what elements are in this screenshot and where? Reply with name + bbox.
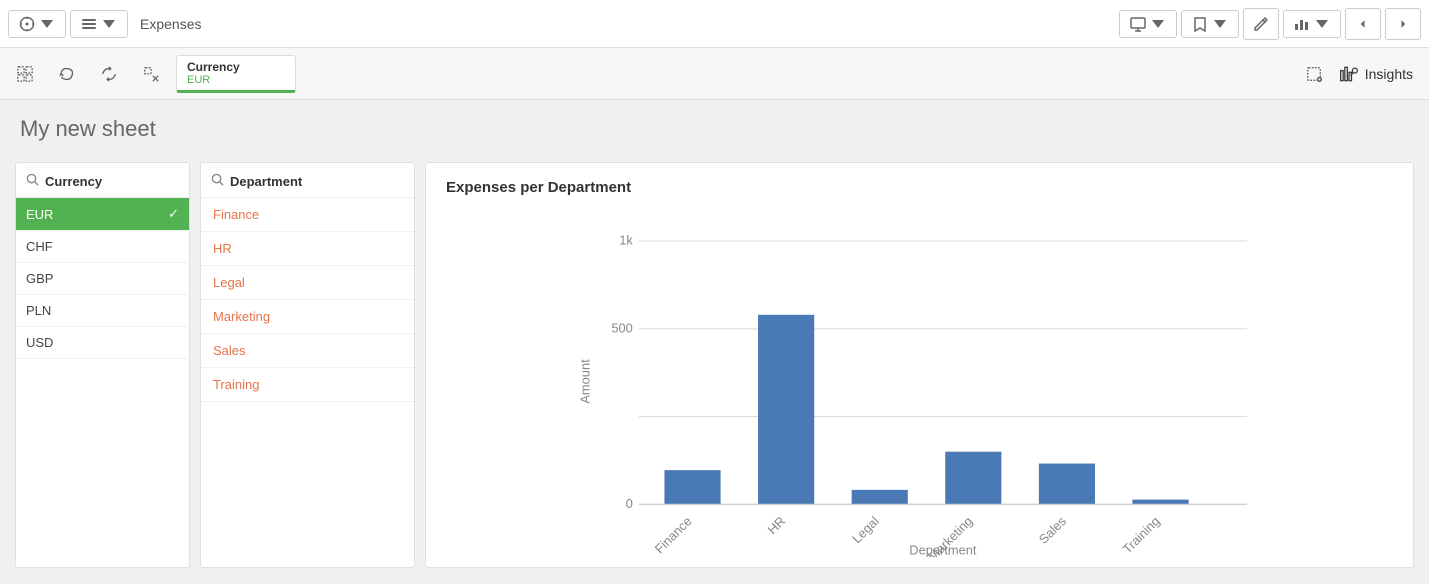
currency-usd-label: USD — [26, 335, 53, 350]
sheet-title-bar: My new sheet — [0, 100, 1429, 152]
chart-area: Expenses per Department Amount 1k 500 0 — [425, 162, 1414, 568]
lasso-btn[interactable] — [50, 57, 84, 91]
svg-text:Legal: Legal — [849, 513, 882, 546]
department-search-icon — [211, 173, 224, 189]
bar-chart: Amount 1k 500 0 — [446, 206, 1393, 557]
filter-bar: Currency EUR Insights — [0, 48, 1429, 100]
sheet-title: My new sheet — [20, 116, 1409, 142]
currency-panel-title: Currency — [45, 174, 102, 189]
currency-list: EUR ✓ CHF GBP PLN USD — [16, 198, 189, 567]
cancel-btn[interactable] — [134, 57, 168, 91]
currency-item-gbp[interactable]: GBP — [16, 263, 189, 295]
svg-text:Training: Training — [1120, 513, 1163, 556]
top-toolbar: Expenses — [0, 0, 1429, 48]
currency-item-eur[interactable]: EUR ✓ — [16, 198, 189, 231]
back-btn[interactable] — [1345, 8, 1381, 40]
toolbar-left: Expenses — [8, 10, 201, 38]
currency-filter-label: Currency — [187, 60, 285, 74]
toolbar-right — [1119, 8, 1421, 40]
currency-pln-label: PLN — [26, 303, 51, 318]
svg-text:Finance: Finance — [652, 513, 695, 556]
app-name: Expenses — [140, 16, 201, 32]
check-icon: ✓ — [168, 206, 179, 222]
department-list: Finance HR Legal Marketing Sales Trainin… — [201, 198, 414, 567]
svg-text:0: 0 — [626, 496, 633, 511]
dept-item-marketing[interactable]: Marketing — [201, 300, 414, 334]
currency-eur-label: EUR — [26, 207, 53, 222]
dept-item-hr[interactable]: HR — [201, 232, 414, 266]
main-content: Currency EUR ✓ CHF GBP PLN USD — [0, 152, 1429, 578]
insights-label: Insights — [1365, 66, 1413, 82]
currency-search-icon — [26, 173, 39, 189]
bookmark-btn[interactable] — [1181, 10, 1239, 38]
chart-title: Expenses per Department — [446, 179, 1393, 196]
forward-btn[interactable] — [1385, 8, 1421, 40]
currency-panel: Currency EUR ✓ CHF GBP PLN USD — [15, 162, 190, 568]
svg-text:500: 500 — [611, 320, 632, 335]
filter-bar-right: Insights — [1297, 48, 1421, 99]
currency-item-pln[interactable]: PLN — [16, 295, 189, 327]
compass-btn[interactable] — [8, 10, 66, 38]
svg-text:1k: 1k — [619, 233, 633, 248]
svg-text:Amount: Amount — [578, 359, 593, 404]
bar-training — [1132, 500, 1188, 505]
chart-btn[interactable] — [1283, 10, 1341, 38]
insights-btn[interactable]: Insights — [1331, 60, 1421, 88]
currency-item-usd[interactable]: USD — [16, 327, 189, 359]
select-region-btn[interactable] — [1297, 57, 1331, 91]
currency-panel-header: Currency — [16, 163, 189, 198]
department-panel-title: Department — [230, 174, 302, 189]
rotate-btn[interactable] — [92, 57, 126, 91]
bar-finance — [664, 470, 720, 504]
currency-filter-value: EUR — [187, 74, 285, 86]
bar-hr — [758, 315, 814, 505]
currency-gbp-label: GBP — [26, 271, 53, 286]
dept-item-finance[interactable]: Finance — [201, 198, 414, 232]
department-panel-header: Department — [201, 163, 414, 198]
pencil-btn[interactable] — [1243, 8, 1279, 40]
dept-item-sales[interactable]: Sales — [201, 334, 414, 368]
dept-item-training[interactable]: Training — [201, 368, 414, 402]
list-btn[interactable] — [70, 10, 128, 38]
department-panel: Department Finance HR Legal Marketing Sa… — [200, 162, 415, 568]
present-btn[interactable] — [1119, 10, 1177, 38]
currency-filter-chip[interactable]: Currency EUR — [176, 55, 296, 93]
currency-item-chf[interactable]: CHF — [16, 231, 189, 263]
zoom-select-btn[interactable] — [8, 57, 42, 91]
dept-item-legal[interactable]: Legal — [201, 266, 414, 300]
svg-text:HR: HR — [764, 513, 788, 537]
bar-marketing — [945, 452, 1001, 505]
bar-sales — [1039, 464, 1095, 505]
svg-text:Department: Department — [909, 543, 977, 557]
currency-chf-label: CHF — [26, 239, 53, 254]
bar-legal — [852, 490, 908, 504]
svg-text:Sales: Sales — [1036, 513, 1069, 546]
filter-bar-left: Currency EUR — [8, 48, 1297, 99]
